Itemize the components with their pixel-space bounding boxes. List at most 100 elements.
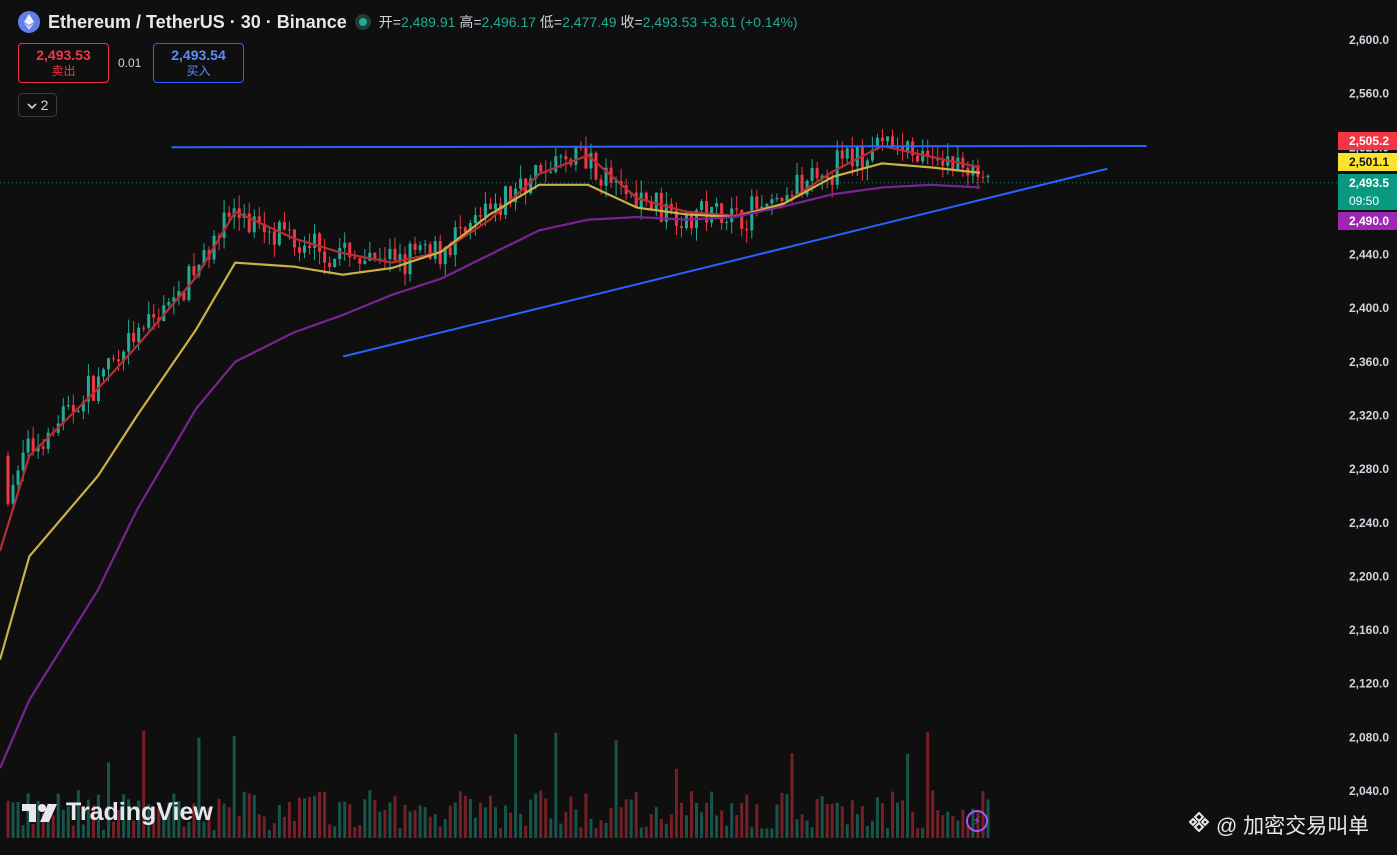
indicator-collapse-button[interactable]: 2 [18,93,57,117]
volume-bar [906,753,910,838]
bar-countdown: 09:50 [1349,194,1380,208]
candle-body [735,208,739,210]
sell-price: 2,493.53 [36,47,91,63]
volume-bar [654,807,658,838]
volume-bar [916,828,920,838]
volume-bar [514,734,518,838]
chevron-down-icon [27,97,37,113]
volume-bar [901,800,905,838]
volume-bar [232,736,236,838]
candlesticks[interactable] [6,129,990,511]
candle-body [488,203,492,210]
candle-body [594,152,598,180]
candle-body [393,248,397,261]
volume-bar [875,797,879,838]
volume-bar [619,807,623,838]
volume-bar [720,810,724,838]
volume-bar [247,793,251,838]
candle-body [383,258,387,260]
candle-body [885,136,889,142]
volume-bar [896,802,900,838]
volume-bar [227,807,231,838]
volume-bar [483,807,487,838]
volume-bar [921,827,925,838]
sell-label: 卖出 [51,64,76,78]
candle-body [448,247,452,255]
last-price-value: 2,493.5 [1349,176,1390,190]
volume-bar [629,799,633,838]
low-value: 2,477.49 [562,14,617,30]
volume-bar [448,805,452,838]
price-tag-red-ma: 2,505.2 [1338,132,1397,150]
volume-bar [473,817,477,838]
volume-bar [795,819,799,838]
buy-button[interactable]: 2,493.54 买入 [153,43,244,83]
candle-body [830,178,834,185]
candle-body [981,176,985,178]
volume-bar [529,799,533,838]
candle-body [247,213,251,233]
moving-averages [0,144,981,769]
candle-body [267,231,271,233]
indicator-count: 2 [40,97,49,113]
volume-bar [644,826,648,838]
sell-button[interactable]: 2,493.53 卖出 [18,43,109,83]
tradingview-logo[interactable]: TradingView [22,798,213,827]
volume-bar [780,792,784,838]
price-tick-label: 2,200.0 [1349,569,1389,583]
volume-bar [609,807,613,838]
volume-bar [408,811,412,838]
volume-bar [936,810,940,838]
volume-bar [730,803,734,838]
candle-body [142,327,146,329]
volume-bar [539,790,543,838]
candle-body [343,242,347,248]
lightning-icon[interactable]: ⚡ [966,810,988,832]
volume-bar [353,827,357,838]
volume-bar [584,793,588,838]
volume-bar [951,815,955,838]
volume-bar [237,815,241,838]
volume-bar [589,818,593,838]
volume-bar [850,800,854,838]
volume-bar [252,795,256,838]
volume-bar [750,827,754,838]
price-tag-purple-ma-value: 2,490.0 [1349,214,1390,228]
volume-bar [885,828,889,838]
candle-body [493,203,497,210]
candle-body [107,358,111,370]
volume-bar [679,802,683,838]
candle-body [770,199,774,204]
volume-bar [775,804,779,838]
volume-bar [383,810,387,838]
high-value: 2,496.17 [481,14,537,30]
candle-body [519,178,523,189]
spread-value: 0.01 [118,56,142,70]
buy-label: 买入 [186,64,211,78]
volume-bar [519,813,523,838]
volume-bar [388,802,392,838]
candle-body [880,137,884,142]
candle-body [333,258,337,267]
candle-body [353,257,357,259]
volume-bar [212,829,216,838]
candle-body [549,171,553,173]
close-value: 2,493.53 [642,14,698,30]
volume-bar [911,811,915,838]
candle-body [192,266,196,276]
volume-bar [292,821,296,838]
volume-bar [544,798,548,838]
price-tag-yellow-ma-value: 2,501.1 [1349,155,1390,169]
candle-body [303,245,307,253]
symbol-header: Ethereum / TetherUS · 30 · Binance 开=2,4… [18,11,798,33]
price-chart[interactable]: 2,600.02,560.02,520.02,480.02,440.02,400… [0,0,1397,850]
chart-canvas[interactable]: 2,600.02,560.02,520.02,480.02,440.02,400… [0,0,1397,850]
candle-body [986,175,990,178]
symbol-title[interactable]: Ethereum / TetherUS · 30 · Binance [48,12,347,33]
candle-body [634,192,638,208]
candle-body [599,179,603,186]
volume-bar [755,804,759,838]
market-open-status-icon [354,14,371,30]
price-tick-label: 2,600.0 [1349,33,1389,47]
candle-body [297,247,301,253]
